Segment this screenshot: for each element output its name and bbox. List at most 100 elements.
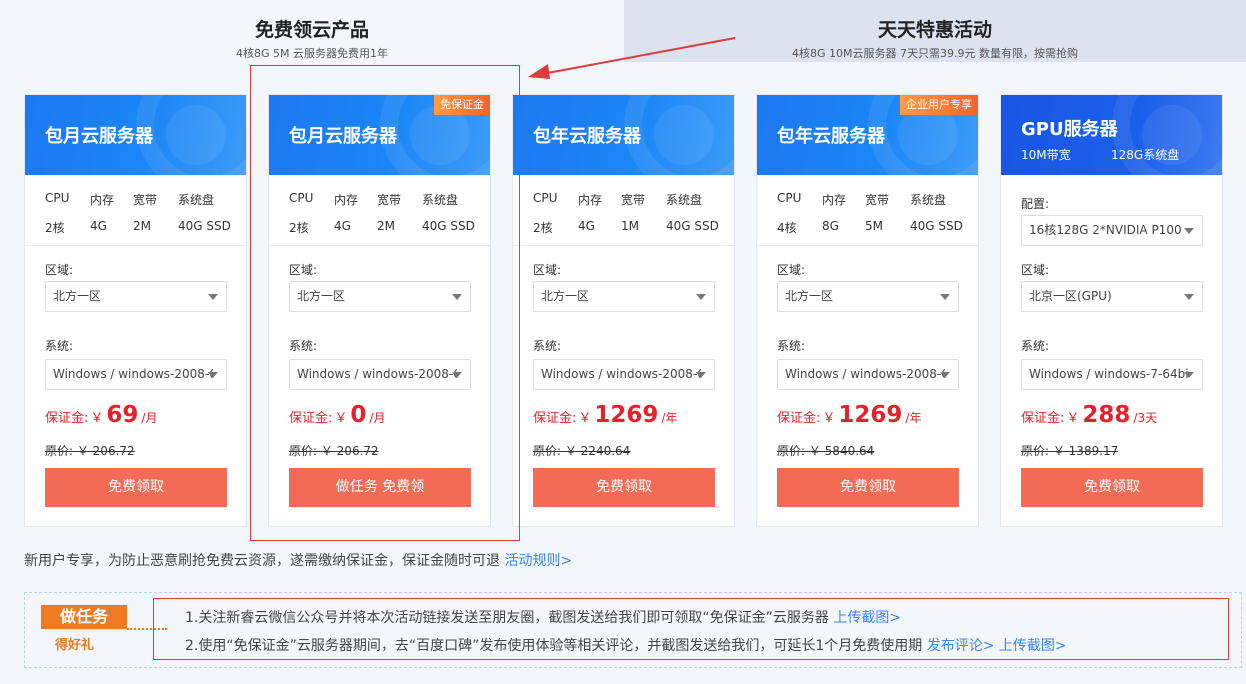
price-label: 保证金: [45,411,89,426]
spec-header: CPU [45,191,70,205]
card-header: 包年云服务器 [513,95,734,175]
chevron-down-icon [1184,372,1194,378]
currency: ￥ [822,411,836,426]
original-price: 原价: ￥ 2240.64 [533,444,631,458]
os-value: Windows / windows-2008-64 [53,367,213,381]
product-card-1: 包月云服务器 CPU 内存 宽带 系统盘 2核 4G 2M 40G SSD 区域: 北方一区… [24,94,247,527]
card-badge: 企业用户专享 [900,95,978,115]
chevron-down-icon [940,372,950,378]
price-unit: /年 [905,411,922,425]
rules-link[interactable]: 活动规则> [504,553,572,569]
spec-value: 8G [822,219,839,233]
config-label: 配置: [1021,197,1050,211]
currency: ￥ [1066,411,1080,426]
price-unit: /3天 [1133,411,1158,425]
os-select[interactable]: Windows / windows-2008-64 [777,359,959,390]
price: 保证金: ￥ 69/月 [45,402,157,428]
card-header: 包年云服务器 企业用户专享 [757,95,978,175]
product-card-3: 包年云服务器 CPU 内存 宽带 系统盘 2核 4G 1M 40G SSD 区域: 北方一区… [512,94,735,527]
spec-value: 5M [865,219,883,233]
card-header: 包月云服务器 [25,95,246,175]
divider [25,245,246,246]
task-badge: 做任务 [41,605,127,629]
claim-free-button[interactable]: 免费领取 [1021,468,1203,507]
price-label: 保证金: [1021,411,1065,426]
currency: ￥ [578,411,592,426]
claim-free-button[interactable]: 免费领取 [533,468,715,507]
os-select[interactable]: Windows / windows-7-64bit [1021,359,1203,390]
region-label: 区域: [777,263,806,277]
claim-free-button[interactable]: 免费领取 [45,468,227,507]
chevron-down-icon [1184,228,1194,234]
region-select[interactable]: 北方一区 [533,281,715,312]
card-title: 包年云服务器 [533,126,641,147]
spec-value: 4核 [777,221,797,235]
spec-header: 内存 [578,193,603,207]
annotation-box-card [250,65,520,541]
task-reward-label: 得好礼 [55,638,95,653]
price-value: 1269 [838,402,903,428]
claim-free-button[interactable]: 免费领取 [777,468,959,507]
chevron-down-icon [696,294,706,300]
currency: ￥ [90,411,104,426]
spec-value: 40G SSD [910,219,963,233]
chevron-down-icon [696,372,706,378]
price: 保证金: ￥ 1269/年 [533,402,677,428]
os-label: 系统: [1021,339,1050,353]
original-price: 原价: ￥ 206.72 [45,444,135,458]
product-card-4: 包年云服务器 企业用户专享 CPU 内存 宽带 系统盘 4核 8G 5M 40G SSD 区… [756,94,979,527]
region-value: 北方一区 [785,289,834,303]
price-value: 288 [1082,402,1131,428]
divider [513,245,734,246]
os-value: Windows / windows-7-64bit [1029,367,1189,381]
deposit-notice: 新用户专享，为防止恶意刷抢免费云资源，遂需缴纳保证金，保证金随时可退 活动规则> [24,550,572,570]
config-select[interactable]: 16核128G 2*NVIDIA P100 [1021,215,1203,246]
price: 保证金: ￥ 1269/年 [777,402,921,428]
spec-value: 4G [578,219,595,233]
spec-value: 4G [90,219,107,233]
annotation-box-task [153,598,1229,660]
spec-value: 2核 [533,221,553,235]
spec-value: 40G SSD [666,219,719,233]
card-title: 包月云服务器 [45,126,153,147]
region-label: 区域: [45,263,74,277]
os-select[interactable]: Windows / windows-2008-64 [533,359,715,390]
gpu-disk: 128G系统盘 [1111,148,1180,162]
spec-header: 内存 [90,193,115,207]
price-value: 1269 [594,402,659,428]
chevron-down-icon [208,372,218,378]
region-value: 北方一区 [541,289,590,303]
os-value: Windows / windows-2008-64 [785,367,945,381]
spec-value: 2M [133,219,151,233]
price-label: 保证金: [777,411,821,426]
spec-value: 2核 [45,221,65,235]
spec-header: CPU [533,191,558,205]
region-label: 区域: [1021,263,1050,277]
region-value: 北方一区 [53,289,102,303]
os-label: 系统: [533,339,562,353]
gpu-card: GPU服务器 10M带宽 128G系统盘 配置: 16核128G 2*NVIDI… [1000,94,1223,527]
os-value: Windows / windows-2008-64 [541,367,701,381]
region-select[interactable]: 北方一区 [777,281,959,312]
chevron-down-icon [208,294,218,300]
config-value: 16核128G 2*NVIDIA P100 [1029,223,1182,237]
spec-header: 宽带 [865,193,890,207]
price-value: 69 [106,402,139,428]
os-select[interactable]: Windows / windows-2008-64 [45,359,227,390]
original-price: 原价: ￥ 5840.64 [777,444,875,458]
gpu-bandwidth: 10M带宽 [1021,148,1071,162]
chevron-down-icon [1184,294,1194,300]
divider [757,245,978,246]
price-unit: /月 [141,411,158,425]
gpu-card-title: GPU服务器 [1021,119,1118,140]
price: 保证金: ￥ 288/3天 [1021,402,1157,428]
price-label: 保证金: [533,411,577,426]
spec-value: 1M [621,219,639,233]
spec-header: 系统盘 [910,193,947,207]
os-label: 系统: [45,339,74,353]
spec-header: 宽带 [133,193,158,207]
region-select[interactable]: 北方一区 [45,281,227,312]
notice-text: 新用户专享，为防止恶意刷抢免费云资源，遂需缴纳保证金，保证金随时可退 [24,553,500,569]
region-select[interactable]: 北京一区(GPU) [1021,281,1203,312]
original-price: 原价: ￥ 1389.17 [1021,444,1119,458]
